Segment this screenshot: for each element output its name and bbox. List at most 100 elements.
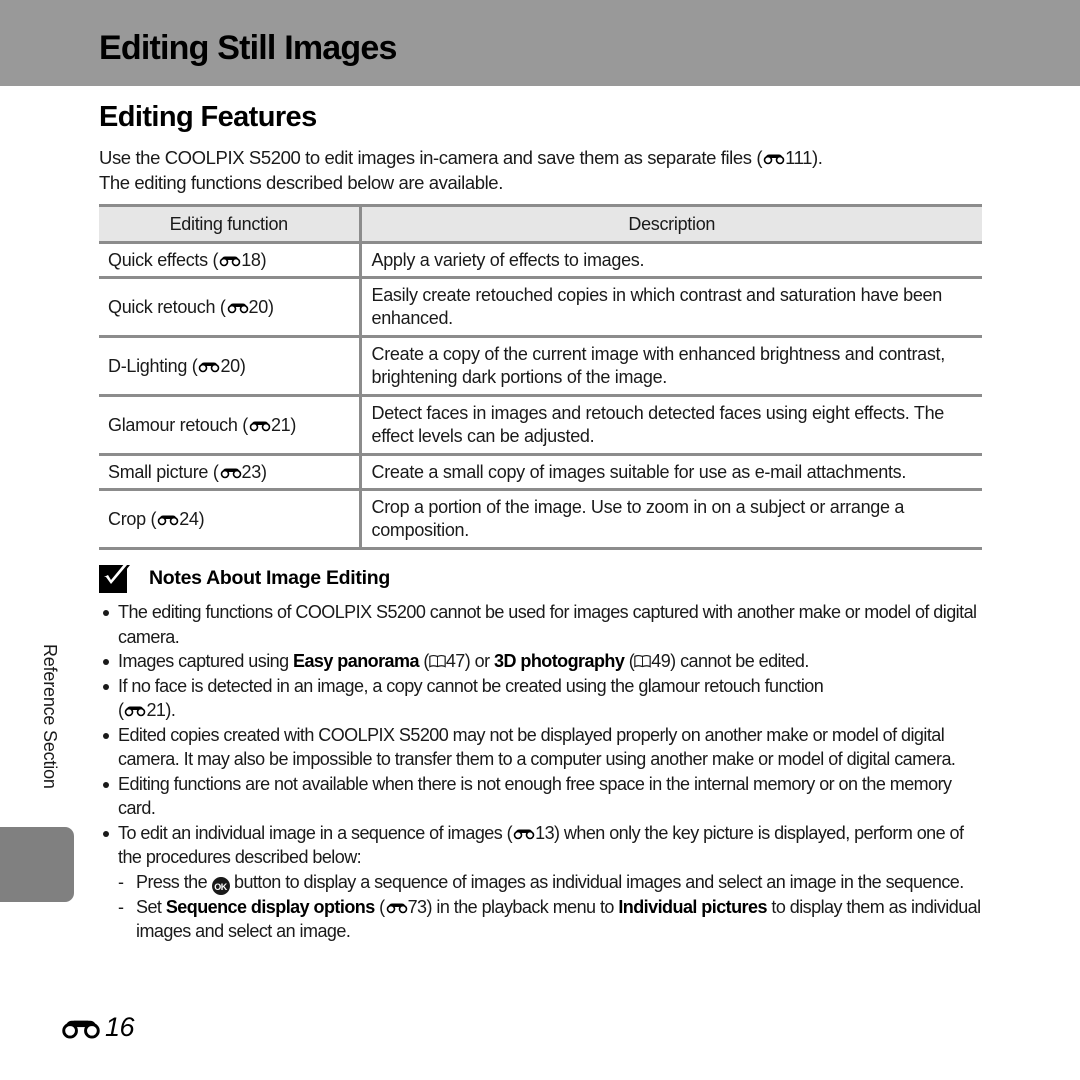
function-cell: Quick effects ( 18) xyxy=(99,242,362,279)
notes-title: Notes About Image Editing xyxy=(149,566,390,589)
note-text: ) or xyxy=(464,651,495,671)
page-number-value: 16 xyxy=(105,1012,135,1042)
description-cell: Detect faces in images and retouch detec… xyxy=(360,395,982,456)
paren: ) xyxy=(260,249,267,270)
section-thumb-tab[interactable] xyxy=(0,827,74,902)
reference-binoculars-icon xyxy=(227,301,249,314)
dash-marker: - xyxy=(118,896,124,917)
page-ref-link[interactable]: 20 xyxy=(249,297,269,317)
editing-features-table: Editing function Description Quick effec… xyxy=(99,204,982,550)
table-row: Crop ( 24) Crop a portion of the image. U… xyxy=(99,489,982,550)
reference-binoculars-icon xyxy=(61,1017,101,1039)
reference-binoculars-icon xyxy=(124,704,146,717)
reference-binoculars-icon xyxy=(386,901,408,914)
paren: ) xyxy=(198,508,205,529)
page-ref-link[interactable]: 13 xyxy=(535,823,554,843)
note-text: If no face is detected in an image, a co… xyxy=(118,675,824,696)
reference-binoculars-icon xyxy=(220,466,242,479)
function-name: Small picture ( xyxy=(108,461,219,482)
table-row: Small picture ( 23) Create a small copy o… xyxy=(99,454,982,491)
description-cell: Crop a portion of the image. Use to zoom… xyxy=(360,489,982,550)
function-cell: Glamour retouch (21) xyxy=(99,395,362,456)
paren: ( xyxy=(624,651,635,671)
note-text: ) cannot be edited. xyxy=(670,651,809,671)
setting-name: Individual pictures xyxy=(618,896,767,917)
note-item: If no face is detected in an image, a co… xyxy=(99,674,984,723)
description-cell: Create a small copy of images suitable f… xyxy=(360,454,982,491)
paren: ( xyxy=(418,651,429,671)
page-ref-link[interactable]: 24 xyxy=(179,509,199,529)
ok-button-icon: OK xyxy=(211,876,230,895)
reference-binoculars-icon xyxy=(198,360,220,373)
reference-binoculars-icon xyxy=(513,827,535,840)
table-row: Quick retouch ( 20) Easily create retouch… xyxy=(99,277,982,338)
dash-marker: - xyxy=(118,871,124,892)
function-name: Crop ( xyxy=(108,508,157,529)
book-icon xyxy=(634,654,651,669)
note-text: ) in the playback menu to xyxy=(426,896,619,917)
note-text: Images captured using xyxy=(118,651,294,671)
reference-binoculars-icon xyxy=(157,513,179,526)
intro-paragraph: Use the COOLPIX S5200 to edit images in-… xyxy=(99,145,979,195)
page-ref-link[interactable]: 20 xyxy=(220,356,240,376)
chapter-title-bar: Editing Still Images xyxy=(0,0,1080,86)
intro-text-line2: The editing functions described below ar… xyxy=(99,172,503,193)
page-ref-link[interactable]: 73 xyxy=(408,897,427,917)
description-cell: Easily create retouched copies in which … xyxy=(360,277,982,338)
paren: ) xyxy=(239,355,246,376)
note-text: Press the xyxy=(136,871,212,892)
note-text: To edit an individual image in a sequenc… xyxy=(118,822,513,843)
column-header-description: Description xyxy=(360,204,982,244)
column-header-function: Editing function xyxy=(99,204,362,244)
table-row: Glamour retouch (21) Detect faces in ima… xyxy=(99,395,982,456)
intro-page-ref[interactable]: 111 xyxy=(785,147,812,168)
procedure-list: - Press the OK button to display a sequen… xyxy=(118,870,984,944)
procedure-item: - Press the OK button to display a sequen… xyxy=(118,870,984,895)
note-item: Images captured using Easy panorama (47)… xyxy=(99,649,984,674)
table-row: Quick effects (18) Apply a variety of ef… xyxy=(99,242,982,279)
note-item: To edit an individual image in a sequenc… xyxy=(99,821,984,944)
paren: ( xyxy=(374,896,385,917)
note-item: Editing functions are not available when… xyxy=(99,772,984,821)
function-name: Quick retouch ( xyxy=(108,296,226,317)
setting-name: 3D photography xyxy=(494,651,625,671)
intro-text-end: ). xyxy=(812,147,823,168)
function-cell: D-Lighting ( 20) xyxy=(99,336,362,397)
paren: ) xyxy=(260,461,267,482)
paren: ). xyxy=(165,700,176,720)
notes-list: The editing functions of COOLPIX S5200 c… xyxy=(99,600,984,944)
paren: ) xyxy=(267,296,274,317)
checkmark-icon xyxy=(99,563,132,593)
function-name: D-Lighting ( xyxy=(108,355,198,376)
table-row: D-Lighting ( 20) Create a copy of the cur… xyxy=(99,336,982,397)
note-item: The editing functions of COOLPIX S5200 c… xyxy=(99,600,984,649)
page-ref-link[interactable]: 47 xyxy=(446,651,465,671)
function-cell: Crop ( 24) xyxy=(99,489,362,550)
reference-binoculars-icon xyxy=(763,152,785,165)
page-ref-link[interactable]: 21 xyxy=(271,415,291,435)
intro-text: Use the COOLPIX S5200 to edit images in-… xyxy=(99,147,763,168)
function-cell: Small picture ( 23) xyxy=(99,454,362,491)
note-text: button to display a sequence of images a… xyxy=(229,871,964,892)
setting-name: Easy panorama xyxy=(293,651,419,671)
function-name: Quick effects ( xyxy=(108,249,219,270)
table-header-row: Editing function Description xyxy=(99,204,982,244)
note-text: Set xyxy=(136,896,166,917)
paren: ( xyxy=(118,700,124,720)
reference-binoculars-icon xyxy=(249,419,271,432)
page-ref-link[interactable]: 49 xyxy=(651,651,670,671)
notes-header: Notes About Image Editing xyxy=(99,563,390,593)
procedure-item: - Set Sequence display options (73) in th… xyxy=(118,895,984,944)
note-item: Edited copies created with COOLPIX S5200… xyxy=(99,723,984,772)
section-side-label: Reference Section xyxy=(40,644,60,789)
reference-binoculars-icon xyxy=(219,254,241,267)
section-title: Editing Features xyxy=(99,101,317,133)
page-ref-link[interactable]: 23 xyxy=(242,462,262,482)
page-ref-link[interactable]: 18 xyxy=(241,250,261,270)
page-number: 16 xyxy=(60,1012,135,1043)
function-name: Glamour retouch ( xyxy=(108,414,248,435)
function-cell: Quick retouch ( 20) xyxy=(99,277,362,338)
page-ref-link[interactable]: 21 xyxy=(146,700,165,720)
description-cell: Create a copy of the current image with … xyxy=(360,336,982,397)
setting-name: Sequence display options xyxy=(165,896,375,917)
